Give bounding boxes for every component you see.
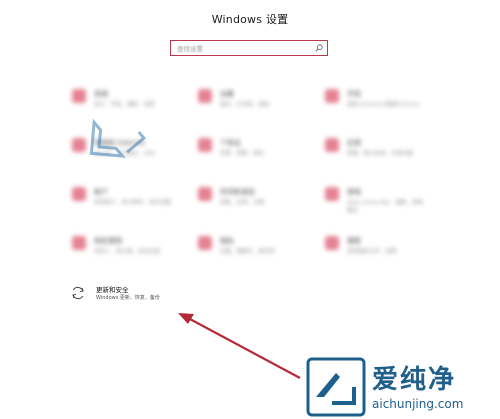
tile-label: 时间和语言 [220, 188, 255, 196]
window-title: Windows 设置 [211, 13, 289, 26]
tile-desc: 讲述人、放大镜、高对比度 [94, 249, 161, 255]
update-desc: Windows 更新、恢复、备份 [96, 295, 160, 301]
tile-label: 搜索 [347, 237, 361, 245]
tile-desc: 你的帐户、电子邮件、同步设置 [94, 200, 172, 206]
tile-desc: Xbox Game Bar、捕获、游戏模式 [347, 200, 423, 214]
tile-devices[interactable]: 设备 蓝牙、打印机、鼠标 [198, 85, 308, 125]
tile-desc: 卸载、默认应用、可选功能 [347, 151, 414, 157]
tile-label: 游戏 [347, 188, 361, 196]
tile-desc: 背景、锁屏、颜色 [220, 151, 265, 157]
watermark-logo-small [89, 118, 146, 158]
watermark: 爱纯净 aichunjing.com [300, 355, 500, 419]
tile-apps[interactable]: 应用 卸载、默认应用、可选功能 [325, 134, 435, 174]
tile-desc: 位置、摄像头、麦克风 [220, 249, 276, 255]
update-label: 更新和安全 [96, 286, 129, 294]
tile-label: 设备 [220, 90, 234, 98]
tile-label: 手机 [347, 90, 361, 98]
tile-gaming[interactable]: 游戏 Xbox Game Bar、捕获、游戏模式 [325, 183, 435, 223]
tile-desc: 蓝牙、打印机、鼠标 [220, 102, 270, 108]
devices-icon [198, 89, 212, 103]
tile-update-security[interactable]: 更新和安全 Windows 更新、恢复、备份 [70, 283, 200, 307]
clock-icon [198, 187, 212, 201]
tile-time-language[interactable]: 时间和语言 语音、区域、日期 [198, 183, 308, 223]
lock-icon [198, 236, 212, 250]
watermark-brand: 爱纯净 [372, 365, 457, 395]
tile-desc: 语音、区域、日期 [220, 200, 265, 206]
tile-desc: 连接 Android 设备和 iPhone [347, 102, 420, 108]
gamepad-icon [325, 187, 339, 201]
tile-label: 轻松使用 [94, 237, 122, 245]
phone-icon [325, 89, 339, 103]
watermark-logo-icon [306, 357, 366, 417]
watermark-site: aichunjing.com [372, 397, 464, 411]
tile-label: 个性化 [220, 139, 241, 147]
tile-privacy[interactable]: 隐私 位置、摄像头、麦克风 [198, 232, 308, 272]
tile-label: 隐私 [220, 237, 234, 245]
brush-icon [198, 138, 212, 152]
search-tile-icon [325, 236, 339, 250]
tile-phone[interactable]: 手机 连接 Android 设备和 iPhone [325, 85, 435, 125]
accessibility-icon [72, 236, 86, 250]
tile-desc: 查找我的文件、权限 [347, 249, 397, 255]
search-icon[interactable] [315, 44, 323, 52]
apps-icon [325, 138, 339, 152]
search-box[interactable]: 查找设置 [170, 40, 328, 56]
tile-personalization[interactable]: 个性化 背景、锁屏、颜色 [198, 134, 308, 174]
tile-label: 应用 [347, 139, 361, 147]
refresh-icon [72, 286, 84, 300]
tile-ease-of-access[interactable]: 轻松使用 讲述人、放大镜、高对比度 [72, 232, 182, 272]
tile-search[interactable]: 搜索 查找我的文件、权限 [325, 232, 435, 272]
search-placeholder: 查找设置 [177, 45, 203, 53]
